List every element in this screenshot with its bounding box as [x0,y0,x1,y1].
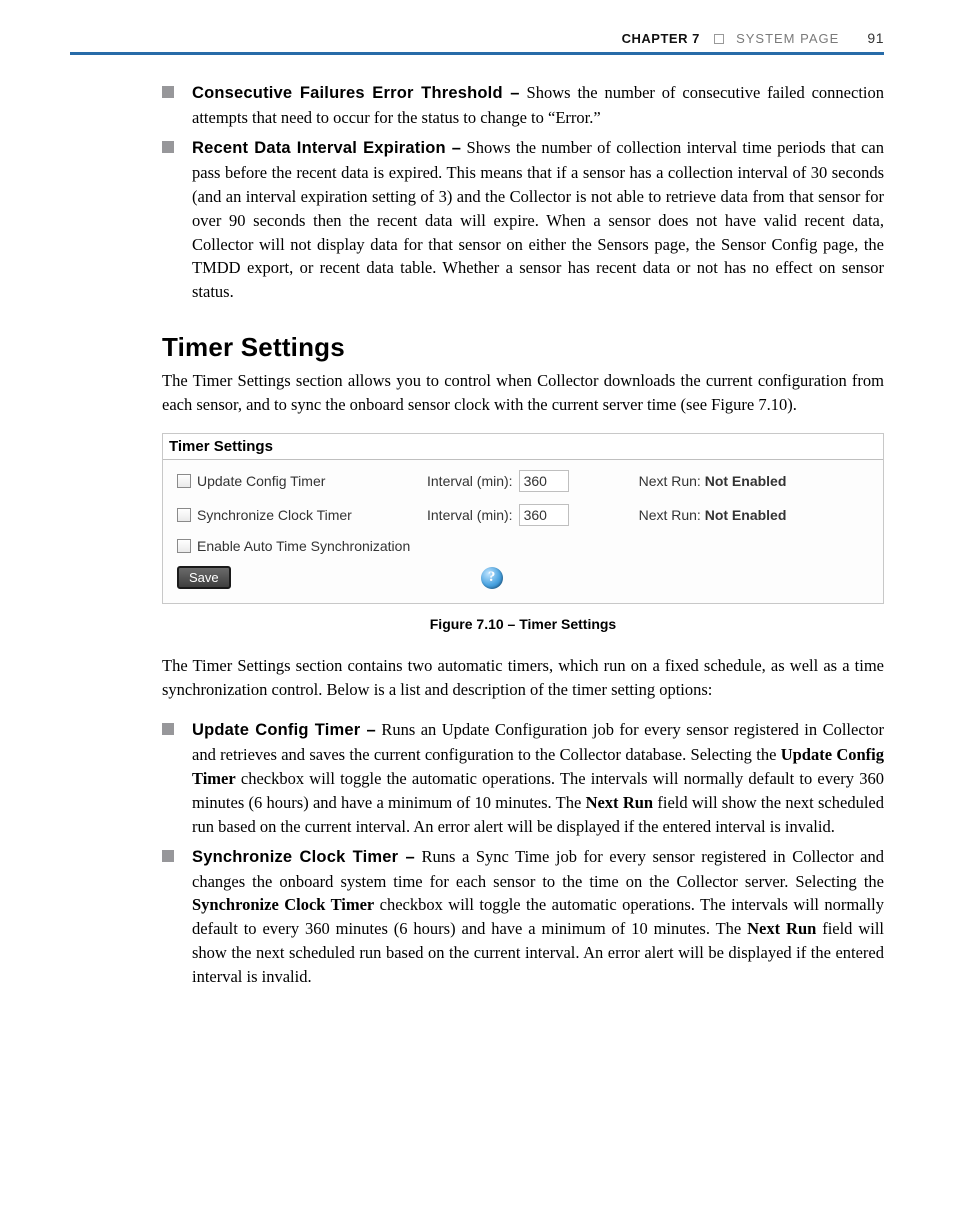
list-item: Consecutive Failures Error Threshold – S… [162,81,884,130]
checkbox-label: Update Config Timer [197,473,407,489]
enable-auto-time-sync-row: Enable Auto Time Synchronization [177,538,875,554]
page: CHAPTER 7 SYSTEM PAGE 91 Consecutive Fai… [0,0,954,1073]
next-run-text: Next Run: Not Enabled [639,507,787,523]
running-header: CHAPTER 7 SYSTEM PAGE 91 [70,30,884,55]
section-heading: Timer Settings [162,332,884,363]
chapter-title: SYSTEM PAGE [736,31,839,46]
synchronize-clock-timer-checkbox[interactable] [177,508,191,522]
next-run-text: Next Run: Not Enabled [639,473,787,489]
update-config-timer-checkbox[interactable] [177,474,191,488]
interval-label: Interval (min): [427,507,513,523]
intro-bullet-list: Consecutive Failures Error Threshold – S… [162,81,884,304]
help-icon[interactable]: ? [481,567,503,589]
post-figure-intro: The Timer Settings section contains two … [162,654,884,702]
sync-clock-interval-input[interactable]: 360 [519,504,569,526]
list-item: Update Config Timer – Runs an Update Con… [162,718,884,839]
timer-settings-panel: Timer Settings Update Config Timer Inter… [162,433,884,604]
chapter-label: CHAPTER 7 [622,31,700,46]
bold-ref: Synchronize Clock Timer [192,895,374,914]
figure-caption: Figure 7.10 – Timer Settings [162,616,884,632]
update-config-timer-row: Update Config Timer Interval (min): 360 … [177,470,875,492]
next-run-value: Not Enabled [705,507,787,523]
options-bullet-list: Update Config Timer – Runs an Update Con… [162,718,884,989]
list-item: Recent Data Interval Expiration – Shows … [162,136,884,304]
header-separator-icon [714,34,724,44]
bullet-text: Shows the number of collection interval … [192,138,884,302]
bold-ref: Next Run [747,919,816,938]
bullet-term: Recent Data Interval Expiration – [192,139,461,157]
section-intro: The Timer Settings section allows you to… [162,369,884,417]
update-config-interval-input[interactable]: 360 [519,470,569,492]
bold-ref: Next Run [586,793,654,812]
page-number: 91 [867,30,884,46]
synchronize-clock-timer-row: Synchronize Clock Timer Interval (min): … [177,504,875,526]
figure-wrapper: Timer Settings Update Config Timer Inter… [162,433,884,632]
list-item: Synchronize Clock Timer – Runs a Sync Ti… [162,845,884,990]
save-button[interactable]: Save [177,566,231,589]
panel-title: Timer Settings [163,434,883,460]
enable-auto-time-sync-checkbox[interactable] [177,539,191,553]
content-column: Consecutive Failures Error Threshold – S… [162,81,884,989]
next-run-label: Next Run: [639,473,701,489]
checkbox-label: Enable Auto Time Synchronization [197,538,410,554]
bullet-term: Synchronize Clock Timer – [192,848,415,866]
next-run-value: Not Enabled [705,473,787,489]
save-row: Save ? [177,566,875,589]
interval-label: Interval (min): [427,473,513,489]
checkbox-label: Synchronize Clock Timer [197,507,407,523]
bullet-term: Update Config Timer – [192,721,376,739]
next-run-label: Next Run: [639,507,701,523]
bullet-term: Consecutive Failures Error Threshold – [192,84,520,102]
panel-body: Update Config Timer Interval (min): 360 … [163,460,883,603]
